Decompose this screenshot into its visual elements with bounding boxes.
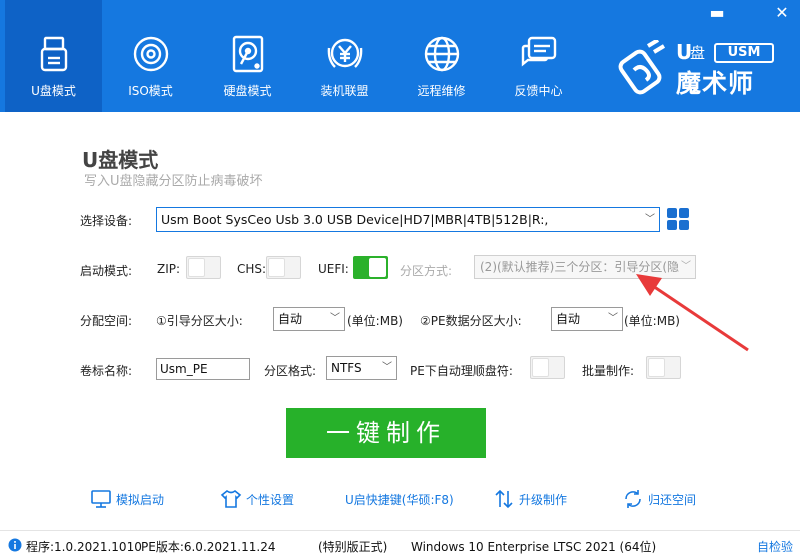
page-title: U盘模式	[82, 148, 159, 172]
device-value: Usm Boot SysCeo Usb 3.0 USB Device|HD7|M…	[161, 212, 549, 227]
boot-size-value: 自动	[278, 312, 303, 326]
main-nav: U盘模式 ISO模式 硬盘模式 装机联盟 远程维修 反馈中心	[5, 0, 587, 112]
boot-size-select[interactable]: 自动 ﹀	[273, 307, 345, 331]
device-select[interactable]: Usm Boot SysCeo Usb 3.0 USB Device|HD7|M…	[156, 207, 660, 232]
page-subtitle: 写入U盘隐藏分区防止病毒破坏	[84, 174, 263, 189]
chevron-down-icon: ﹀	[330, 313, 340, 324]
volume-label: 卷标名称:	[80, 364, 133, 378]
header-bar: U盘模式 ISO模式 硬盘模式 装机联盟 远程维修 反馈中心 ▬ ✕ U 盘 U…	[0, 0, 800, 112]
device-grid-icon[interactable]	[666, 207, 690, 231]
globe-icon	[424, 36, 459, 72]
tool-label: U启快捷键(华硕:F8)	[345, 492, 454, 507]
simulate-boot-link[interactable]: 模拟启动	[90, 488, 164, 510]
toggle-knob	[648, 358, 665, 377]
nav-item-remote-repair[interactable]: 远程维修	[393, 0, 490, 112]
toggle-knob	[532, 358, 549, 377]
close-icon: ✕	[775, 3, 789, 22]
usb-drive-icon	[40, 36, 67, 72]
toggle-knob	[188, 258, 205, 277]
pe-size-select[interactable]: 自动 ﹀	[551, 307, 623, 331]
chat-icon	[521, 36, 556, 67]
zip-label: ZIP:	[157, 262, 181, 276]
nav-label: U盘模式	[31, 84, 76, 98]
tool-label: 归还空间	[648, 492, 697, 507]
nav-label: 硬盘模式	[223, 84, 272, 98]
one-click-make-button[interactable]: 一键制作	[286, 408, 486, 458]
tool-label: 个性设置	[246, 492, 295, 507]
minimize-icon: ▬	[709, 3, 725, 22]
yen-coin-icon	[327, 38, 362, 68]
boot-size-unit: (单位:MB)	[347, 314, 403, 328]
format-value: NTFS	[331, 361, 362, 375]
shirt-icon	[220, 489, 242, 508]
chevron-down-icon: ﹀	[382, 362, 392, 373]
pe-size-unit: (单位:MB)	[624, 314, 680, 328]
edition-text: (特别版正式)	[318, 540, 388, 554]
monitor-icon	[91, 490, 111, 508]
status-bar: 程序:1.0.2021.1010 PE版本:6.0.2021.11.24 (特别…	[0, 530, 800, 560]
minimize-button[interactable]: ▬	[708, 4, 726, 22]
boot-hotkey-link[interactable]: U启快捷键(华硕:F8)	[345, 488, 454, 510]
refresh-icon	[625, 490, 641, 508]
nav-item-install-alliance[interactable]: 装机联盟	[296, 0, 393, 112]
chs-toggle[interactable]	[266, 256, 301, 279]
upgrade-make-link[interactable]: 升级制作	[493, 488, 567, 510]
format-select[interactable]: NTFS ﹀	[326, 356, 397, 380]
format-label: 分区格式:	[264, 364, 317, 378]
chevron-down-icon: ﹀	[645, 214, 655, 225]
pe-auto-label: PE下自动理顺盘符:	[410, 364, 513, 378]
chs-label: CHS:	[237, 262, 267, 276]
volume-name-value: Usm_PE	[160, 362, 208, 376]
nav-item-feedback[interactable]: 反馈中心	[490, 0, 587, 112]
nav-label: 远程维修	[417, 84, 466, 98]
restore-space-link[interactable]: 归还空间	[622, 488, 696, 510]
nav-item-iso-mode[interactable]: ISO模式	[102, 0, 199, 112]
volume-name-input[interactable]: Usm_PE	[156, 358, 250, 380]
os-info: Windows 10 Enterprise LTSC 2021 (64位)	[411, 540, 657, 554]
personal-settings-link[interactable]: 个性设置	[220, 488, 294, 510]
space-label: 分配空间:	[80, 314, 133, 328]
nav-label: 装机联盟	[320, 84, 369, 98]
uefi-label: UEFI:	[318, 262, 349, 276]
chevron-down-icon: ﹀	[608, 313, 618, 324]
pe-size-label: ②PE数据分区大小:	[420, 314, 522, 328]
upgrade-arrows-icon	[495, 489, 513, 509]
uefi-toggle[interactable]	[353, 256, 388, 279]
partition-mode-label: 分区方式:	[400, 264, 453, 278]
pe-version: PE版本:6.0.2021.11.24	[141, 540, 276, 554]
tool-label: 模拟启动	[116, 492, 165, 507]
nav-item-usb-mode[interactable]: U盘模式	[5, 0, 102, 112]
toggle-knob	[369, 258, 386, 277]
brand-mark-icon	[618, 40, 666, 95]
boot-mode-label: 启动模式:	[80, 264, 133, 278]
batch-toggle[interactable]	[646, 356, 681, 379]
zip-toggle[interactable]	[186, 256, 221, 279]
pe-size-value: 自动	[556, 312, 581, 326]
info-icon	[8, 538, 22, 553]
brand-badge: USM	[714, 43, 774, 63]
pe-auto-toggle[interactable]	[530, 356, 565, 379]
nav-item-disk-mode[interactable]: 硬盘模式	[199, 0, 296, 112]
self-check-link[interactable]: 自检验	[757, 538, 793, 555]
nav-label: ISO模式	[128, 84, 173, 98]
brand-logo: U 盘 USM 魔术师	[618, 40, 790, 98]
batch-label: 批量制作:	[582, 364, 635, 378]
device-label: 选择设备:	[80, 214, 133, 228]
brand-name: 魔术师	[676, 69, 755, 98]
tool-label: 升级制作	[519, 492, 568, 507]
brand-pan: 盘	[690, 44, 706, 62]
hard-disk-icon	[232, 35, 263, 73]
nav-label: 反馈中心	[514, 84, 563, 98]
disc-icon	[133, 36, 168, 72]
close-button[interactable]: ✕	[773, 4, 791, 22]
program-version: 程序:1.0.2021.1010	[26, 540, 142, 554]
boot-size-label: ①引导分区大小:	[156, 314, 243, 328]
toggle-knob	[268, 258, 285, 277]
